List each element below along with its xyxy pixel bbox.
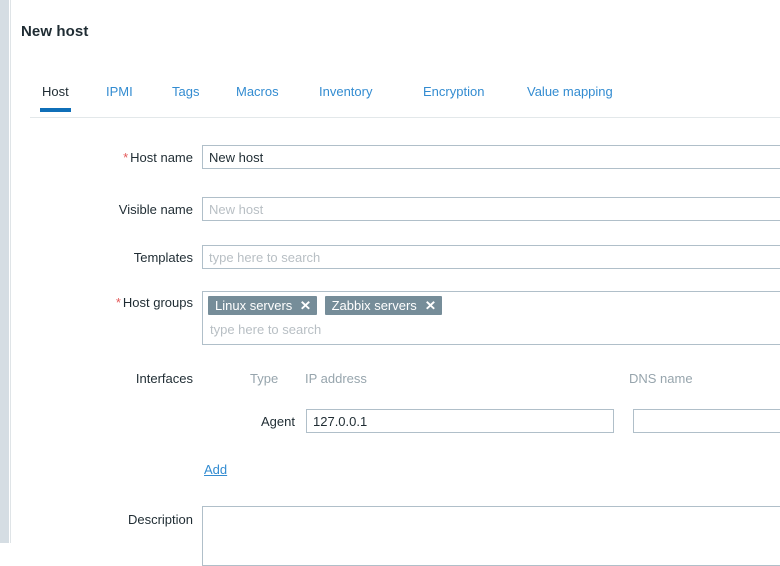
- host-group-chip[interactable]: Zabbix servers ✕: [324, 296, 442, 315]
- tab-bar: Host IPMI Tags Macros Inventory Encrypti…: [11, 84, 780, 118]
- host-group-chip[interactable]: Linux servers ✕: [208, 296, 318, 315]
- tab-macros[interactable]: Macros: [236, 84, 279, 107]
- host-groups-search-input[interactable]: [208, 320, 777, 340]
- page-background: [0, 0, 9, 543]
- templates-label: Templates: [133, 250, 193, 265]
- page-title: New host: [21, 23, 89, 40]
- host-name-label: * Host name: [123, 150, 193, 165]
- interfaces-label: Interfaces: [135, 371, 193, 386]
- templates-input[interactable]: [202, 245, 780, 269]
- description-textarea[interactable]: [202, 506, 780, 566]
- interface-ip-address-input[interactable]: [306, 409, 614, 433]
- close-icon[interactable]: ✕: [300, 296, 311, 315]
- add-interface-link[interactable]: Add: [204, 462, 227, 477]
- visible-name-input[interactable]: [202, 197, 780, 221]
- required-marker: *: [115, 295, 121, 310]
- tab-tags[interactable]: Tags: [172, 84, 199, 107]
- tab-bar-divider: [30, 117, 780, 118]
- interface-dns-name-input[interactable]: [633, 409, 780, 433]
- interface-row-type: Agent: [261, 414, 295, 429]
- host-name-input[interactable]: [202, 145, 780, 169]
- host-groups-multiselect[interactable]: Linux servers ✕ Zabbix servers ✕: [202, 291, 780, 345]
- tab-host[interactable]: Host: [40, 84, 71, 112]
- tab-inventory[interactable]: Inventory: [319, 84, 372, 107]
- close-icon[interactable]: ✕: [425, 296, 436, 315]
- tab-encryption[interactable]: Encryption: [423, 84, 484, 107]
- host-group-chip-label: Zabbix servers: [331, 298, 417, 313]
- visible-name-label: Visible name: [118, 202, 193, 217]
- tab-value-mapping[interactable]: Value mapping: [527, 84, 613, 107]
- required-marker: *: [123, 150, 129, 165]
- host-group-chip-label: Linux servers: [215, 298, 293, 313]
- interfaces-column-type: Type: [250, 371, 279, 386]
- new-host-dialog: New host Host IPMI Tags Macros Inventory…: [10, 0, 780, 566]
- interfaces-column-dns-name: DNS name: [629, 371, 693, 386]
- description-label: Description: [127, 512, 193, 527]
- host-groups-label: * Host groups: [115, 295, 193, 310]
- tab-ipmi[interactable]: IPMI: [106, 84, 133, 107]
- interfaces-column-ip-address: IP address: [305, 371, 367, 386]
